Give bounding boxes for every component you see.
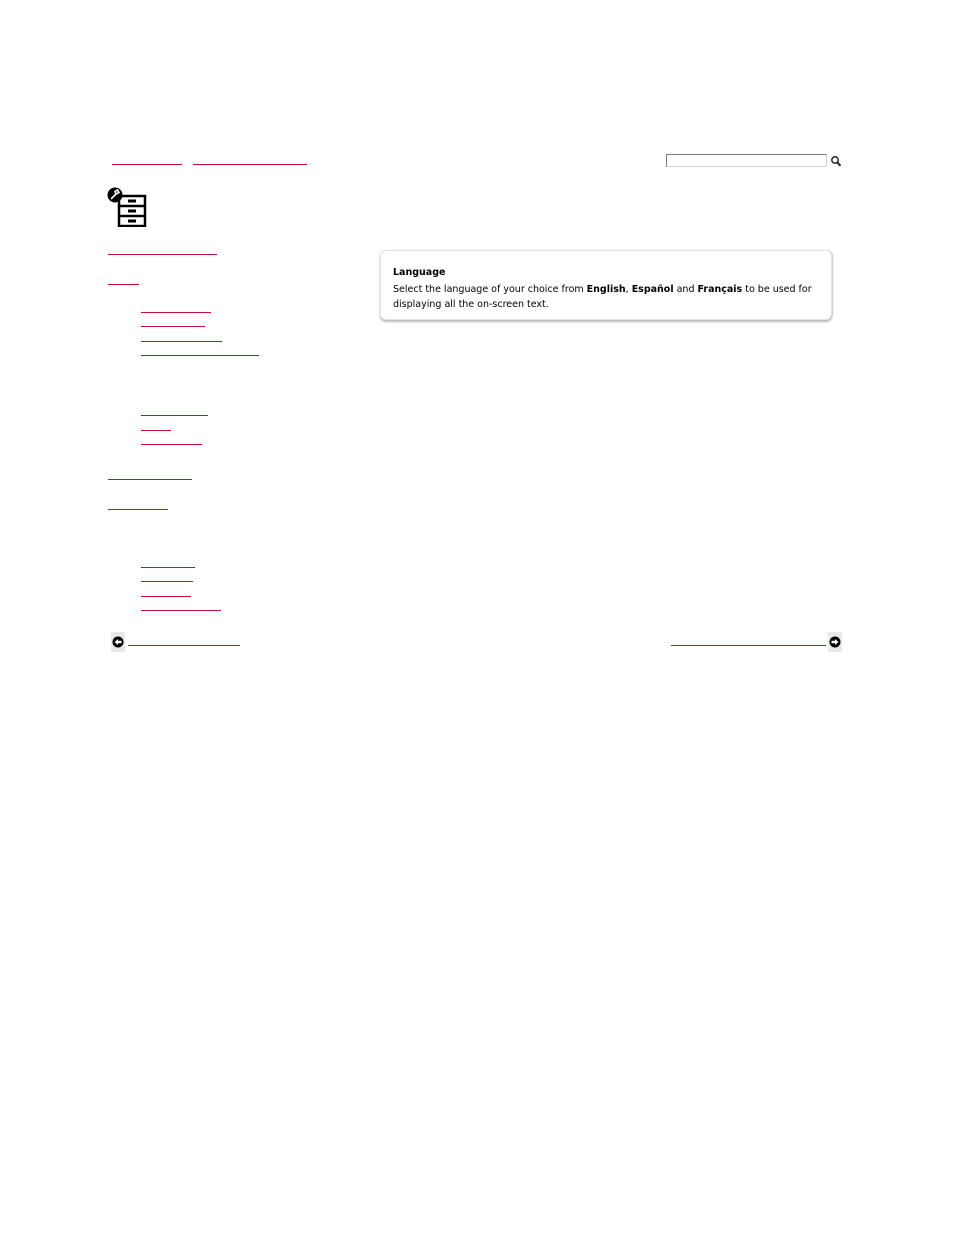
sidebar-sublink[interactable] xyxy=(141,415,208,416)
callout-title: Language xyxy=(393,267,446,278)
search-input[interactable] xyxy=(666,154,827,167)
breadcrumb-link-2[interactable] xyxy=(193,164,307,165)
sidebar-sublink[interactable] xyxy=(141,567,195,568)
sidebar-sublink[interactable] xyxy=(141,581,193,582)
sidebar-sublink[interactable] xyxy=(141,326,205,327)
breadcrumb-link-1[interactable] xyxy=(112,164,182,165)
next-page-link[interactable] xyxy=(671,645,826,646)
sidebar-link[interactable] xyxy=(108,509,168,510)
sidebar-sublink[interactable] xyxy=(141,312,211,313)
callout-text: and xyxy=(673,284,698,295)
sidebar-link[interactable] xyxy=(108,479,192,480)
arrow-right-icon xyxy=(829,636,841,648)
language-option-espanol: Español xyxy=(631,284,674,295)
previous-page-link[interactable] xyxy=(128,645,240,646)
search-button[interactable] xyxy=(830,153,842,168)
sidebar-link[interactable] xyxy=(108,284,139,285)
language-option-francais: Français xyxy=(697,284,743,295)
sidebar-sublink[interactable] xyxy=(141,444,202,445)
sidebar-sublink[interactable] xyxy=(141,430,171,431)
sidebar-link[interactable] xyxy=(108,254,217,255)
arrow-left-icon xyxy=(112,636,124,648)
language-option-english: English xyxy=(586,284,626,295)
sidebar-sublink[interactable] xyxy=(141,596,191,597)
magnifier-icon xyxy=(830,154,842,168)
sidebar-sublink[interactable] xyxy=(141,355,259,356)
description-callout: Language Select the language of your cho… xyxy=(380,250,832,320)
previous-page-button[interactable] xyxy=(111,632,125,652)
callout-text: Select the language of your choice from xyxy=(393,284,587,295)
next-page-button[interactable] xyxy=(828,632,842,652)
sidebar-sublink[interactable] xyxy=(141,341,222,342)
settings-drawer-icon xyxy=(107,187,147,228)
callout-body: Select the language of your choice from … xyxy=(393,282,823,312)
sidebar-sublink[interactable] xyxy=(141,610,221,611)
